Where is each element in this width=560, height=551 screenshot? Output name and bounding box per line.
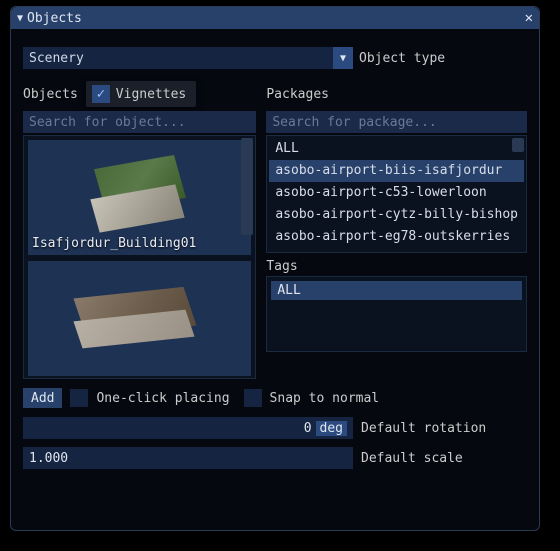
packages-header: Packages <box>266 87 329 102</box>
building-preview-icon <box>80 151 200 231</box>
objects-column: Objects ✓ Vignettes Isafjordur_Building0… <box>23 81 256 379</box>
scrollbar[interactable] <box>512 138 524 152</box>
close-icon[interactable]: ✕ <box>525 10 533 26</box>
package-list[interactable]: ALL asobo-airport-biis-isafjordur asobo-… <box>266 135 527 253</box>
tag-item[interactable]: ALL <box>271 281 522 300</box>
package-item[interactable]: asobo-airport-eg78-outskerries <box>269 226 524 248</box>
window-content: Scenery ▼ Object type Objects ✓ Vignette… <box>11 29 539 530</box>
packages-column: Packages ALL asobo-airport-biis-isafjord… <box>266 81 527 379</box>
package-item[interactable]: asobo-airport-cytz-billy-bishop <box>269 204 524 226</box>
one-click-label: One-click placing <box>96 391 229 406</box>
tags-label: Tags <box>266 259 527 274</box>
rotation-unit[interactable]: deg <box>316 421 347 436</box>
scale-value: 1.000 <box>29 451 68 466</box>
thumbnail-label: Isafjordur_Building01 <box>32 236 196 251</box>
default-scale-input[interactable]: 1.000 <box>23 447 353 469</box>
object-type-label: Object type <box>359 51 445 66</box>
tags-list[interactable]: ALL <box>266 276 527 352</box>
vignettes-label: Vignettes <box>116 87 186 102</box>
default-scale-label: Default scale <box>361 451 463 466</box>
package-item[interactable]: asobo-airport-biis-isafjordur <box>269 160 524 182</box>
package-item[interactable]: ALL <box>269 138 524 160</box>
chevron-down-icon[interactable]: ▼ <box>333 47 353 69</box>
window-title: Objects <box>27 11 82 26</box>
objects-header: Objects <box>23 87 78 102</box>
snap-label: Snap to normal <box>270 391 380 406</box>
objects-window: ▼ Objects ✕ Scenery ▼ Object type Object… <box>10 6 540 531</box>
checkbox-checked-icon: ✓ <box>92 85 110 103</box>
object-thumbnail[interactable]: Isafjordur_Building01 <box>28 140 251 255</box>
object-thumbnail[interactable] <box>28 261 251 376</box>
scrollbar[interactable] <box>241 138 253 235</box>
collapse-triangle-icon[interactable]: ▼ <box>17 13 23 24</box>
object-type-dropdown[interactable]: Scenery ▼ <box>23 47 353 69</box>
building-preview-icon <box>70 277 210 347</box>
package-item[interactable]: asobo-airport-eidl-donegal <box>269 248 524 253</box>
add-button[interactable]: Add <box>23 388 62 408</box>
object-search-input[interactable] <box>23 111 256 133</box>
vignettes-toggle[interactable]: ✓ Vignettes <box>86 81 196 107</box>
titlebar[interactable]: ▼ Objects ✕ <box>11 7 539 29</box>
object-thumbnail-list[interactable]: Isafjordur_Building01 <box>23 135 256 379</box>
object-type-value: Scenery <box>29 51 84 66</box>
rotation-value: 0 <box>304 421 312 436</box>
default-rotation-label: Default rotation <box>361 421 486 436</box>
default-rotation-input[interactable]: 0 deg <box>23 417 353 439</box>
package-item[interactable]: asobo-airport-c53-lowerloon <box>269 182 524 204</box>
package-search-input[interactable] <box>266 111 527 133</box>
snap-checkbox[interactable] <box>244 389 262 407</box>
one-click-checkbox[interactable] <box>70 389 88 407</box>
